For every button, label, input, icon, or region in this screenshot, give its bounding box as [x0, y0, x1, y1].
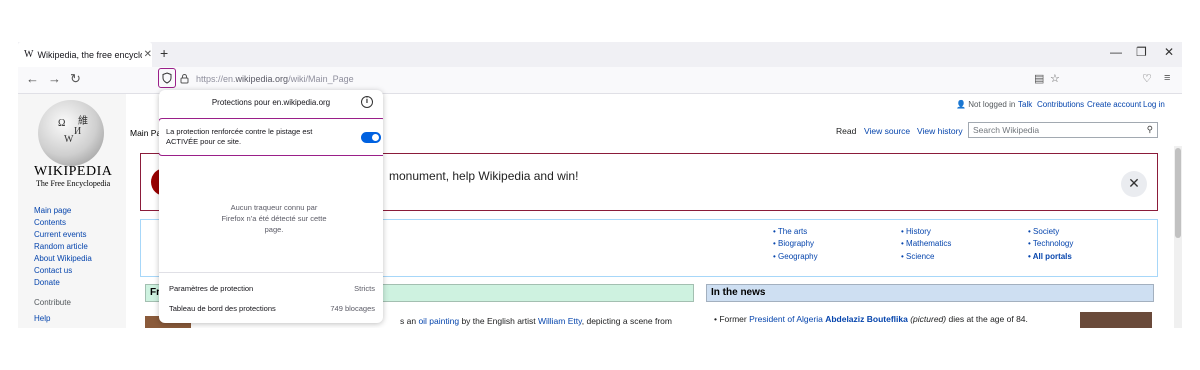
sidebar-item-contact[interactable]: Contact us [34, 266, 72, 275]
page-scrollbar[interactable] [1174, 146, 1182, 328]
tab-bar: W Wikipedia, the free encyclopedia ✕ + —… [18, 42, 1182, 67]
url-bar[interactable]: https://en.wikipedia.org/wiki/Main_Page [196, 74, 354, 84]
protection-status-row: La protection renforcée contre le pistag… [159, 118, 383, 156]
wiki-wordmark: WIKIPEDIA [34, 164, 113, 179]
william-etty-link[interactable]: William Etty [538, 316, 582, 326]
wiki-sidebar: ΩИW維 WIKIPEDIA The Free Encyclopedia Mai… [18, 94, 126, 328]
banner-text[interactable]: monument, help Wikipedia and win! [389, 169, 578, 183]
wiki-tagline: The Free Encyclopedia [36, 179, 111, 188]
protection-status-text: La protection renforcée contre le pistag… [166, 127, 313, 146]
sidebar-item-about[interactable]: About Wikipedia [34, 254, 92, 263]
sidebar-item-current-events[interactable]: Current events [34, 230, 86, 239]
banner-close-button[interactable]: ✕ [1121, 171, 1147, 197]
featured-text: s an oil painting by the English artist … [400, 316, 672, 326]
new-tab-button[interactable]: + [160, 45, 168, 61]
tracking-protection-shield-button[interactable] [158, 68, 176, 88]
sidebar-item-main-page[interactable]: Main page [34, 206, 71, 215]
wikipedia-favicon-icon: W [24, 49, 34, 60]
wiki-search-input[interactable]: Search Wikipedia ⚲ [968, 122, 1158, 138]
url-path: /wiki/Main_Page [288, 74, 354, 84]
tab-title: Wikipedia, the free encyclopedia [37, 49, 141, 60]
news-item: • Former President of Algeria Abdelaziz … [714, 314, 1028, 324]
url-prefix: https://en. [196, 74, 236, 84]
minimize-button[interactable]: — [1110, 45, 1122, 59]
url-domain: wikipedia.org [235, 74, 289, 84]
sidebar-item-contents[interactable]: Contents [34, 218, 66, 227]
close-window-button[interactable]: ✕ [1164, 45, 1174, 59]
portal-technology[interactable]: • Technology [1028, 239, 1073, 248]
tracking-protection-panel: Protections pour en.wikipedia.org i La p… [159, 90, 383, 323]
back-button[interactable]: ← [26, 71, 39, 86]
sidebar-item-donate[interactable]: Donate [34, 278, 60, 287]
pocket-icon[interactable]: ♡ [1142, 72, 1152, 85]
menu-button[interactable]: ≡ [1164, 72, 1170, 84]
president-algeria-link[interactable]: President of Algeria [749, 314, 823, 324]
user-status: 👤 Not logged in [956, 100, 1016, 109]
create-account-link[interactable]: Create account [1087, 100, 1141, 109]
tab-main-page[interactable]: Main Pa [130, 128, 161, 138]
portal-biography[interactable]: • Biography [773, 239, 814, 248]
maximize-button[interactable]: ❐ [1136, 45, 1147, 59]
panel-title: Protections pour en.wikipedia.org [211, 98, 331, 107]
portal-mathematics[interactable]: • Mathematics [901, 239, 951, 248]
scrollbar-thumb[interactable] [1175, 148, 1181, 238]
portal-all[interactable]: • All portals [1028, 252, 1072, 261]
bouteflika-link[interactable]: Abdelaziz Bouteflika [825, 314, 908, 324]
talk-link[interactable]: Talk [1018, 100, 1032, 109]
panel-divider [159, 272, 383, 273]
tab-close-icon[interactable]: ✕ [144, 49, 152, 60]
shield-icon [162, 72, 172, 84]
search-icon[interactable]: ⚲ [1147, 124, 1153, 135]
reader-view-icon[interactable]: ▤ [1034, 72, 1044, 85]
portal-history[interactable]: • History [901, 227, 931, 236]
forward-button[interactable]: → [48, 71, 61, 86]
no-trackers-message: Aucun traqueur connu par Firefox n’a été… [221, 203, 327, 234]
reload-button[interactable]: ↻ [70, 71, 81, 87]
tab-view-source[interactable]: View source [864, 126, 910, 136]
tab-wikipedia[interactable]: W Wikipedia, the free encyclopedia ✕ [18, 42, 152, 67]
lock-icon[interactable] [180, 73, 189, 84]
bookmark-star-icon[interactable]: ☆ [1050, 72, 1060, 85]
wikipedia-globe-logo[interactable]: ΩИW維 [38, 100, 104, 166]
sidebar-item-help[interactable]: Help [34, 314, 50, 323]
info-icon[interactable]: i [361, 96, 373, 108]
contribute-heading: Contribute [34, 298, 71, 307]
protection-toggle[interactable] [361, 132, 381, 143]
oil-painting-link[interactable]: oil painting [418, 316, 459, 326]
tab-view-history[interactable]: View history [917, 126, 963, 136]
portal-geography[interactable]: • Geography [773, 252, 818, 261]
protection-dashboard-row[interactable]: Tableau de bord des protections 749 bloca… [169, 304, 375, 313]
log-in-link[interactable]: Log in [1143, 100, 1165, 109]
portal-the-arts[interactable]: • The arts [773, 227, 807, 236]
portal-society[interactable]: • Society [1028, 227, 1059, 236]
sidebar-item-random-article[interactable]: Random article [34, 242, 88, 251]
tab-read[interactable]: Read [836, 126, 856, 136]
browser-window: W Wikipedia, the free encyclopedia ✕ + —… [18, 42, 1182, 328]
protection-settings-row[interactable]: Paramètres de protection Stricts [169, 284, 375, 293]
portal-science[interactable]: • Science [901, 252, 935, 261]
news-image[interactable] [1080, 312, 1152, 328]
news-heading: In the news [706, 284, 1154, 302]
contributions-link[interactable]: Contributions [1037, 100, 1084, 109]
